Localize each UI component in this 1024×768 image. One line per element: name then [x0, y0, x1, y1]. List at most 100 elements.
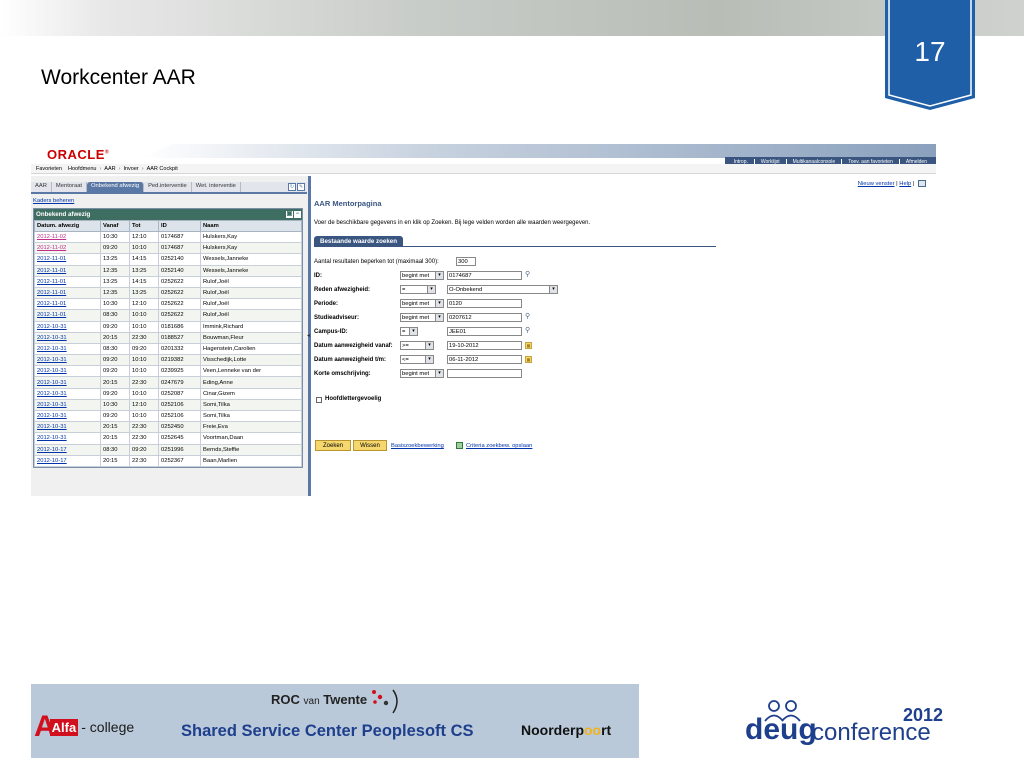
cell-datum[interactable]: 2012-11-01	[34, 298, 101, 311]
cell-datum[interactable]: 2012-10-31	[34, 398, 101, 412]
cell-datum[interactable]: 2012-10-31	[34, 365, 101, 378]
table-row[interactable]: 2012-10-31 09:20 10:10 0252087 Cinar,Gizem	[34, 387, 302, 400]
table-row[interactable]: 2012-11-01 10:30 12:10 0252622 Rulof,Joël	[34, 298, 302, 311]
tab-bestaande-waarde-zoeken[interactable]: Bestaande waarde zoeken	[314, 236, 404, 246]
cell-id: 0252622	[158, 286, 201, 300]
cell-tot: 09:20	[129, 342, 159, 356]
case-sensitive-checkbox[interactable]	[316, 397, 322, 403]
operator-select-omschrijving[interactable]: begint met ▾	[400, 369, 444, 378]
reden-select[interactable]: O-Onbekend ▾	[447, 285, 558, 294]
table-row[interactable]: 2012-10-31 09:20 10:10 0181686 Immink,Richar…	[34, 320, 302, 333]
tab-mentoraat[interactable]: Mentoraat	[52, 182, 88, 192]
zoeken-button[interactable]: Zoeken	[315, 440, 351, 451]
table-row[interactable]: 2012-10-31 09:20 10:10 0219382 Visschedijk,L…	[34, 354, 302, 367]
table-row[interactable]: 2012-11-01 13:25 14:15 0252622 Rulof,Joël	[34, 275, 302, 288]
table-row[interactable]: 2012-10-31 09:20 10:10 0239925 Veen,Lenneke …	[34, 365, 302, 378]
operator-select-datum-tm[interactable]: <= ▾	[400, 355, 434, 364]
cell-datum[interactable]: 2012-11-01	[34, 253, 101, 266]
col-tot[interactable]: Tot	[129, 220, 159, 232]
crumb-aar[interactable]: AAR	[101, 166, 118, 172]
cell-datum[interactable]: 2012-10-31	[34, 320, 101, 333]
operator-select-datum-vanaf[interactable]: >= ▾	[400, 341, 434, 350]
omschrijving-input[interactable]	[447, 369, 522, 378]
cell-datum[interactable]: 2012-10-31	[34, 432, 101, 445]
cell-datum[interactable]: 2012-11-02	[34, 242, 101, 255]
table-row[interactable]: 2012-11-02 09:20 10:10 0174687 Hulskers,Kay	[34, 242, 302, 255]
table-row[interactable]: 2012-10-31 20:15 22:30 0188527 Bouwman,Fleur	[34, 331, 302, 344]
table-row[interactable]: 2012-11-02 10:30 12:10 0174687 Hulskers,Kay	[34, 230, 302, 244]
crumb-favorieten[interactable]: Favorieten	[33, 166, 65, 172]
cell-datum[interactable]: 2012-10-17	[34, 443, 101, 456]
operator-select-id[interactable]: begint met ▾	[400, 271, 444, 280]
cell-datum[interactable]: 2012-10-31	[34, 387, 101, 400]
table-row[interactable]: 2012-11-01 12:35 13:25 0252140 Wessels,Janne…	[34, 264, 302, 277]
id-input[interactable]: 0174687	[447, 271, 522, 280]
studieadviseur-input[interactable]: 0207612	[447, 313, 522, 322]
table-row[interactable]: 2012-10-17 08:30 09:20 0251996 Bernds,Steffi…	[34, 443, 302, 456]
table-row[interactable]: 2012-11-01 08:30 10:10 0252622 Rulof,Joël	[34, 309, 302, 322]
operator-select-studieadviseur[interactable]: begint met ▾	[400, 313, 444, 322]
refresh-icon[interactable]: ↻	[288, 183, 296, 191]
col-datum[interactable]: Datum. afwezig	[34, 220, 101, 232]
collapse-pane-icon[interactable]: ◂	[307, 332, 313, 339]
nieuw-venster-link[interactable]: Nieuw venster	[858, 181, 895, 187]
col-vanaf[interactable]: Vanaf	[100, 220, 130, 232]
criteria-opslaan-link[interactable]: Criteria zoekbew. opslaan	[466, 443, 532, 449]
datum-tm-input[interactable]: 06-11-2012	[447, 355, 522, 364]
cell-datum[interactable]: 2012-10-17	[34, 454, 101, 467]
operator-select-campus[interactable]: = ▾	[400, 327, 418, 336]
cell-datum[interactable]: 2012-11-01	[34, 264, 101, 277]
cell-datum[interactable]: 2012-11-01	[34, 275, 101, 288]
datum-vanaf-input[interactable]: 19-10-2012	[447, 341, 522, 350]
lookup-icon[interactable]: ⚲	[525, 312, 530, 320]
operator-select-reden[interactable]: = ▾	[400, 285, 436, 294]
cell-datum[interactable]: 2012-11-02	[34, 230, 101, 244]
table-row[interactable]: 2012-10-31 08:30 09:20 0201332 Hagenstein,Ca…	[34, 342, 302, 356]
cell-datum[interactable]: 2012-11-01	[34, 309, 101, 322]
tab-onbekend-afwezig[interactable]: Onbekend afwezig	[87, 182, 145, 192]
cell-datum[interactable]: 2012-10-31	[34, 409, 101, 423]
kaders-beheren-link[interactable]: Kaders beheren	[33, 198, 74, 204]
max-results-input[interactable]: 300	[456, 257, 476, 266]
cell-datum[interactable]: 2012-10-31	[34, 342, 101, 356]
lookup-icon[interactable]: ⚲	[525, 270, 530, 278]
help-link[interactable]: Help	[899, 181, 911, 187]
lookup-icon[interactable]: ⚲	[525, 326, 530, 334]
table-header-row: Datum. afwezig Vanaf Tot ID Naam	[34, 220, 302, 232]
tab-wet-interventie[interactable]: Wet. interventie	[192, 182, 241, 192]
cell-datum[interactable]: 2012-10-31	[34, 331, 101, 344]
cell-datum[interactable]: 2012-10-31	[34, 421, 101, 434]
table-row[interactable]: 2012-10-31 09:20 10:10 0252106 Somi,Tilka	[34, 409, 302, 423]
operator-select-periode[interactable]: begint met ▾	[400, 299, 444, 308]
cell-datum[interactable]: 2012-10-31	[34, 376, 101, 389]
col-id[interactable]: ID	[158, 220, 201, 232]
calendar-icon[interactable]: ▦	[525, 356, 532, 363]
table-row[interactable]: 2012-10-31 20:15 22:30 0252645 Voortman,Daan	[34, 432, 302, 445]
periode-input[interactable]: 0120	[447, 299, 522, 308]
campus-input[interactable]: JEE01	[447, 327, 522, 336]
table-row[interactable]: 2012-10-31 10:30 12:10 0252106 Somi,Tilka	[34, 398, 302, 412]
tab-ped-interventie[interactable]: Ped.interventie	[144, 182, 192, 192]
crumb-invoer[interactable]: Invoer	[120, 166, 141, 172]
print-icon[interactable]	[918, 180, 926, 187]
col-naam[interactable]: Naam	[200, 220, 302, 232]
basiszoekbewerking-link[interactable]: Basiszoekbewerking	[391, 443, 444, 449]
calendar-icon[interactable]: ▦	[525, 342, 532, 349]
collapse-icon[interactable]: −	[294, 211, 301, 218]
table-row[interactable]: 2012-10-17 20:15 22:30 0252367 Baan,Marlien	[34, 454, 302, 467]
cell-id: 0239925	[158, 365, 201, 378]
table-row[interactable]: 2012-10-31 20:15 22:30 0252450 Freie,Eva	[34, 421, 302, 434]
settings-icon[interactable]: ▣	[286, 211, 293, 218]
cell-datum[interactable]: 2012-11-01	[34, 286, 101, 300]
crumb-aar-cockpit[interactable]: AAR Cockpit	[144, 166, 181, 172]
cell-datum[interactable]: 2012-10-31	[34, 354, 101, 367]
table-row[interactable]: 2012-10-31 20:15 22:30 0247679 Eding,Anne	[34, 376, 302, 389]
wissen-button[interactable]: Wissen	[353, 440, 387, 451]
tab-aar[interactable]: AAR	[31, 182, 52, 192]
cell-tot: 22:30	[129, 421, 159, 434]
edit-icon[interactable]: ✎	[297, 183, 305, 191]
table-row[interactable]: 2012-11-01 13:25 14:15 0252140 Wessels,Janne…	[34, 253, 302, 266]
table-row[interactable]: 2012-11-01 12:35 13:25 0252622 Rulof,Joël	[34, 286, 302, 300]
crumb-hoofdmenu[interactable]: Hoofdmenu	[65, 166, 99, 172]
cell-tot: 22:30	[129, 331, 159, 344]
